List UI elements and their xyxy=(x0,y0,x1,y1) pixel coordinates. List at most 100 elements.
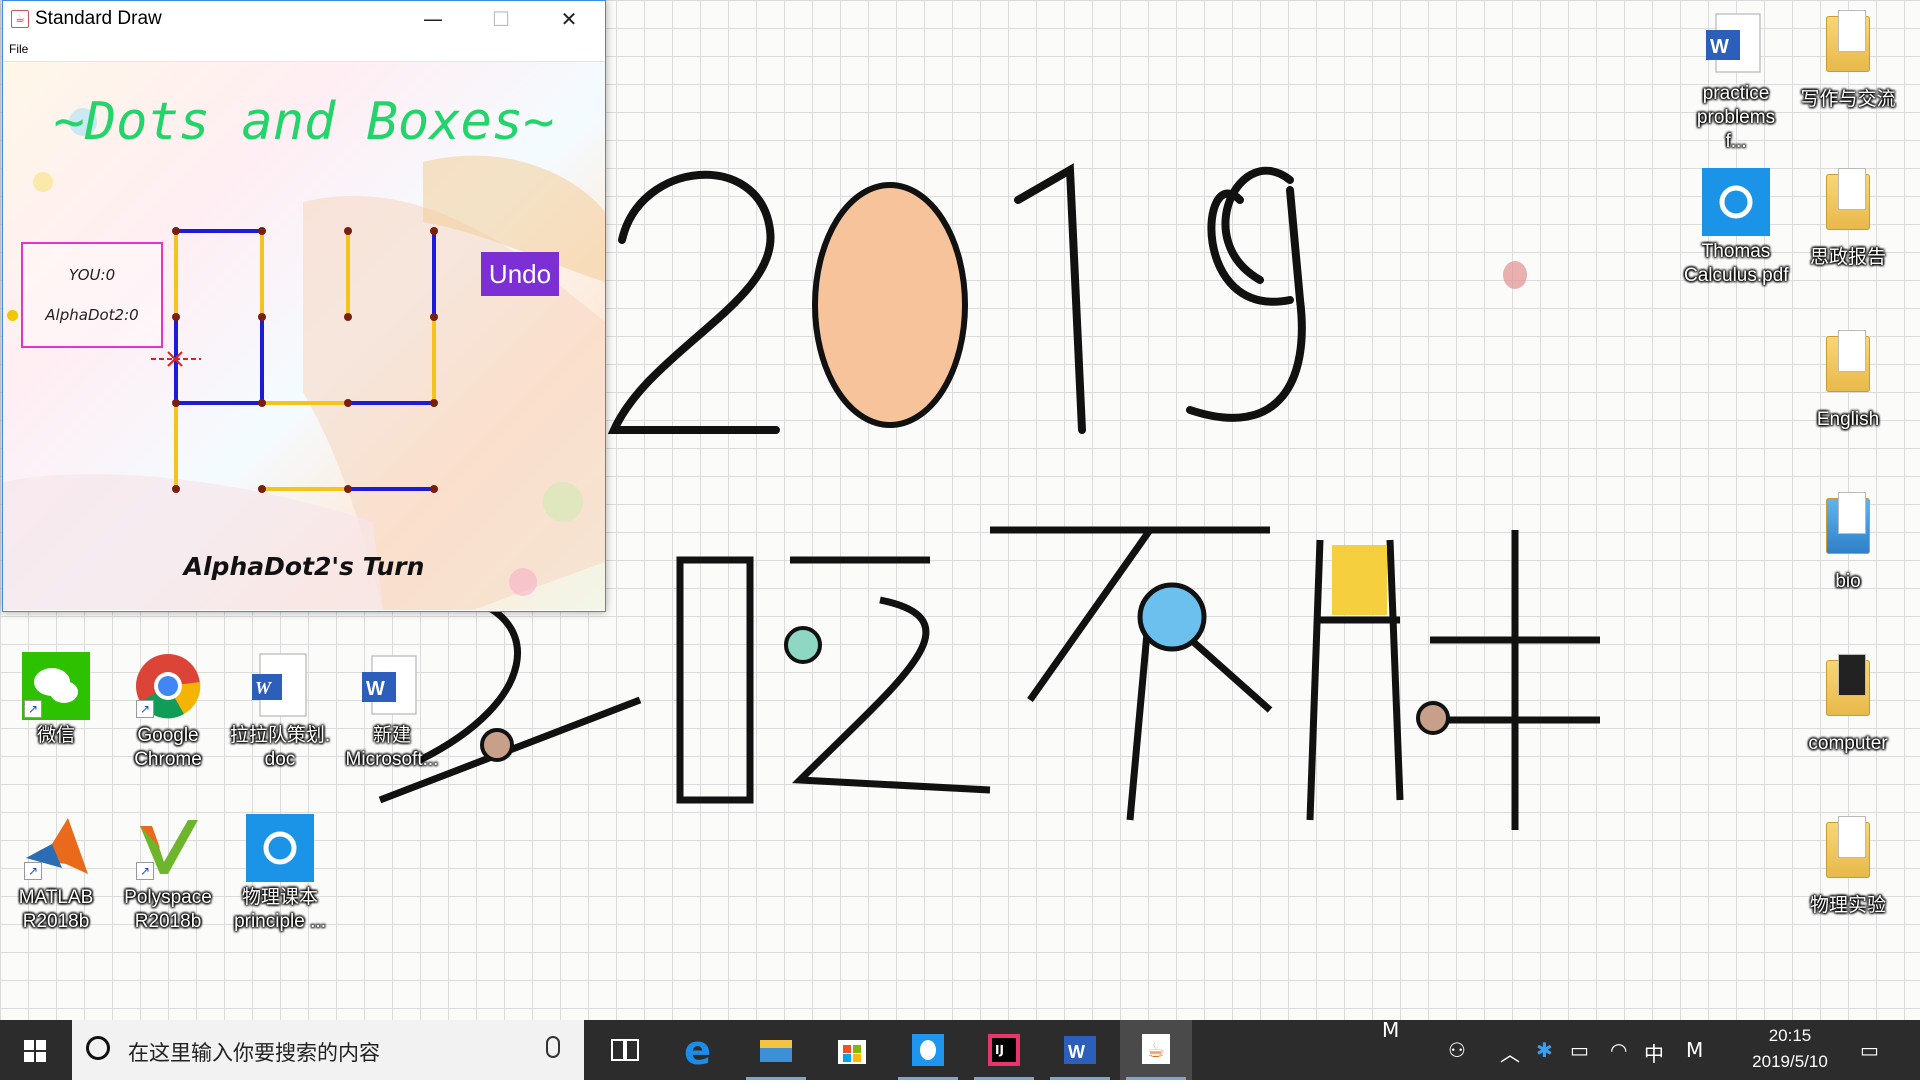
task-view-icon xyxy=(611,1039,639,1061)
ime-mode-indicator[interactable]: 中 xyxy=(1644,1038,1664,1067)
desktop-icon-polyspace[interactable]: ↗ Polyspace R2018b xyxy=(116,814,220,934)
turn-status: AlphaDot2's Turn xyxy=(183,552,425,581)
people-icon[interactable]: ⚇ xyxy=(1448,1038,1466,1062)
clock-time[interactable]: 20:15 xyxy=(1735,1026,1845,1046)
shortcut-arrow-icon: ↗ xyxy=(136,700,154,718)
icon-label: practice problems f... xyxy=(1696,83,1776,152)
menu-file[interactable]: File xyxy=(9,42,28,56)
svg-text:e: e xyxy=(684,1028,711,1074)
file-explorer-icon xyxy=(760,1040,792,1062)
intellij-icon: IJ xyxy=(988,1034,1020,1066)
tray-overflow-chevron-icon[interactable]: ︿ xyxy=(1500,1038,1520,1067)
desktop-icon-physics-lab-folder[interactable]: 物理实验 xyxy=(1796,816,1900,918)
taskbar-store[interactable] xyxy=(816,1020,888,1080)
desktop-icon-chrome[interactable]: ↗ Google Chrome xyxy=(116,652,220,772)
desktop-icon-cheer-doc[interactable]: W 拉拉队策划. doc xyxy=(228,652,332,772)
folder-icon xyxy=(1826,816,1870,878)
microphone-icon[interactable] xyxy=(546,1036,560,1058)
folder-icon xyxy=(1826,492,1870,554)
shortcut-arrow-icon: ↗ xyxy=(136,862,154,880)
desktop-icon-practice-problems[interactable]: W practice problems f... xyxy=(1684,10,1788,154)
icon-label: Polyspace R2018b xyxy=(124,887,212,932)
pdf-reader-icon xyxy=(246,814,314,882)
standard-draw-window[interactable]: ☕ Standard Draw — ☐ ✕ File ~Dots and Box… xyxy=(2,0,606,612)
folder-icon xyxy=(1826,168,1870,230)
board-dots xyxy=(172,227,438,493)
word-doc-icon: W xyxy=(1706,13,1761,73)
taskbar-intellij[interactable]: IJ xyxy=(968,1020,1040,1080)
window-title: Standard Draw xyxy=(35,8,162,29)
taskbar-qq[interactable] xyxy=(892,1020,964,1080)
taskbar-search-box[interactable]: 在这里输入你要搜索的内容 xyxy=(72,1020,584,1080)
icon-label: 物理课本 principle ... xyxy=(234,887,326,932)
icon-label: MATLAB R2018b xyxy=(18,887,94,932)
game-canvas[interactable]: ~Dots and Boxes~ YOU:0 AlphaDot2:0 Undo xyxy=(3,62,605,610)
edge-icon: e xyxy=(684,1028,711,1074)
window-titlebar[interactable]: ☕ Standard Draw — ☐ ✕ xyxy=(3,1,605,37)
word-doc-icon: W xyxy=(362,655,417,715)
icon-label: Google Chrome xyxy=(134,725,202,770)
taskbar-java-active[interactable]: ☕ xyxy=(1120,1020,1192,1080)
icon-label: English xyxy=(1816,409,1880,430)
ime-m-icon[interactable]: M xyxy=(1686,1038,1703,1062)
action-center-icon[interactable]: ▭ xyxy=(1860,1038,1879,1062)
desktop-icon-english-folder[interactable]: English xyxy=(1796,330,1900,432)
icon-label: 新建 Microsoft... xyxy=(345,725,439,770)
icon-label: 写作与交流 xyxy=(1800,89,1896,110)
shortcut-arrow-icon: ↗ xyxy=(24,700,42,718)
menu-bar: File xyxy=(3,37,605,62)
desktop-icon-matlab[interactable]: ↗ MATLAB R2018b xyxy=(4,814,108,934)
bluetooth-icon[interactable]: ✱ xyxy=(1536,1038,1553,1062)
taskbar-file-explorer[interactable] xyxy=(740,1020,812,1080)
desktop-icon-bio-folder[interactable]: bio xyxy=(1796,492,1900,594)
pdf-reader-icon xyxy=(1702,168,1770,236)
start-button[interactable] xyxy=(0,1020,70,1080)
icon-label: 物理实验 xyxy=(1809,895,1886,916)
icon-label: computer xyxy=(1808,733,1888,754)
svg-text:W: W xyxy=(1068,1042,1085,1062)
maximize-button[interactable]: ☐ xyxy=(467,1,535,37)
desktop-icon-physics-textbook[interactable]: 物理课本 principle ... xyxy=(228,814,332,934)
folder-icon xyxy=(1826,10,1870,72)
icon-label: Thomas Calculus.pdf xyxy=(1684,241,1789,286)
dots-board[interactable] xyxy=(3,62,605,610)
word-doc-icon: W xyxy=(252,653,307,717)
folder-icon xyxy=(1826,330,1870,392)
taskbar-edge[interactable]: e xyxy=(664,1020,736,1080)
icon-label: 拉拉队策划. doc xyxy=(229,725,331,770)
icon-label: 微信 xyxy=(36,725,75,746)
battery-icon[interactable]: ▭ xyxy=(1570,1038,1589,1062)
icon-label: bio xyxy=(1835,571,1861,592)
taskbar: 在这里输入你要搜索的内容 e IJ W ☕ M ⚇ ︿ ✱ ▭ ◠ 中 M 20… xyxy=(0,1018,1920,1080)
desktop-icon-computer-folder[interactable]: computer xyxy=(1796,654,1900,756)
word-icon: W xyxy=(1064,1036,1096,1064)
cortana-icon xyxy=(86,1036,110,1060)
svg-text:IJ: IJ xyxy=(995,1043,1004,1057)
qq-icon xyxy=(912,1034,944,1066)
wifi-icon[interactable]: ◠ xyxy=(1610,1038,1627,1062)
desktop-icon-thomas-calculus[interactable]: Thomas Calculus.pdf xyxy=(1684,168,1789,288)
svg-text:W: W xyxy=(366,678,385,700)
tray-m-label-top[interactable]: M xyxy=(1382,1018,1399,1042)
svg-text:W: W xyxy=(255,678,273,698)
task-view-button[interactable] xyxy=(588,1020,660,1080)
clock-date[interactable]: 2019/5/10 xyxy=(1735,1052,1845,1072)
svg-text:☕: ☕ xyxy=(1147,1038,1165,1062)
store-icon xyxy=(838,1040,866,1064)
desktop-icon-wechat[interactable]: ↗ 微信 xyxy=(4,652,108,748)
zero-circle-art xyxy=(812,182,968,428)
shortcut-arrow-icon: ↗ xyxy=(24,862,42,880)
icon-label: 思政报告 xyxy=(1809,247,1886,268)
java-icon: ☕ xyxy=(1142,1034,1170,1064)
close-button[interactable]: ✕ xyxy=(535,1,603,37)
folder-icon xyxy=(1826,654,1870,716)
search-placeholder: 在这里输入你要搜索的内容 xyxy=(128,1041,380,1065)
desktop-icon-sizheng-folder[interactable]: 思政报告 xyxy=(1796,168,1900,270)
taskbar-word[interactable]: W xyxy=(1044,1020,1116,1080)
desktop-icon-writing-folder[interactable]: 写作与交流 xyxy=(1796,10,1900,112)
minimize-button[interactable]: — xyxy=(399,1,467,37)
desktop-icon-new-word-doc[interactable]: W 新建 Microsoft... xyxy=(340,652,444,772)
java-icon: ☕ xyxy=(11,10,29,28)
svg-text:W: W xyxy=(1710,36,1729,58)
windows-logo-icon xyxy=(24,1040,46,1062)
